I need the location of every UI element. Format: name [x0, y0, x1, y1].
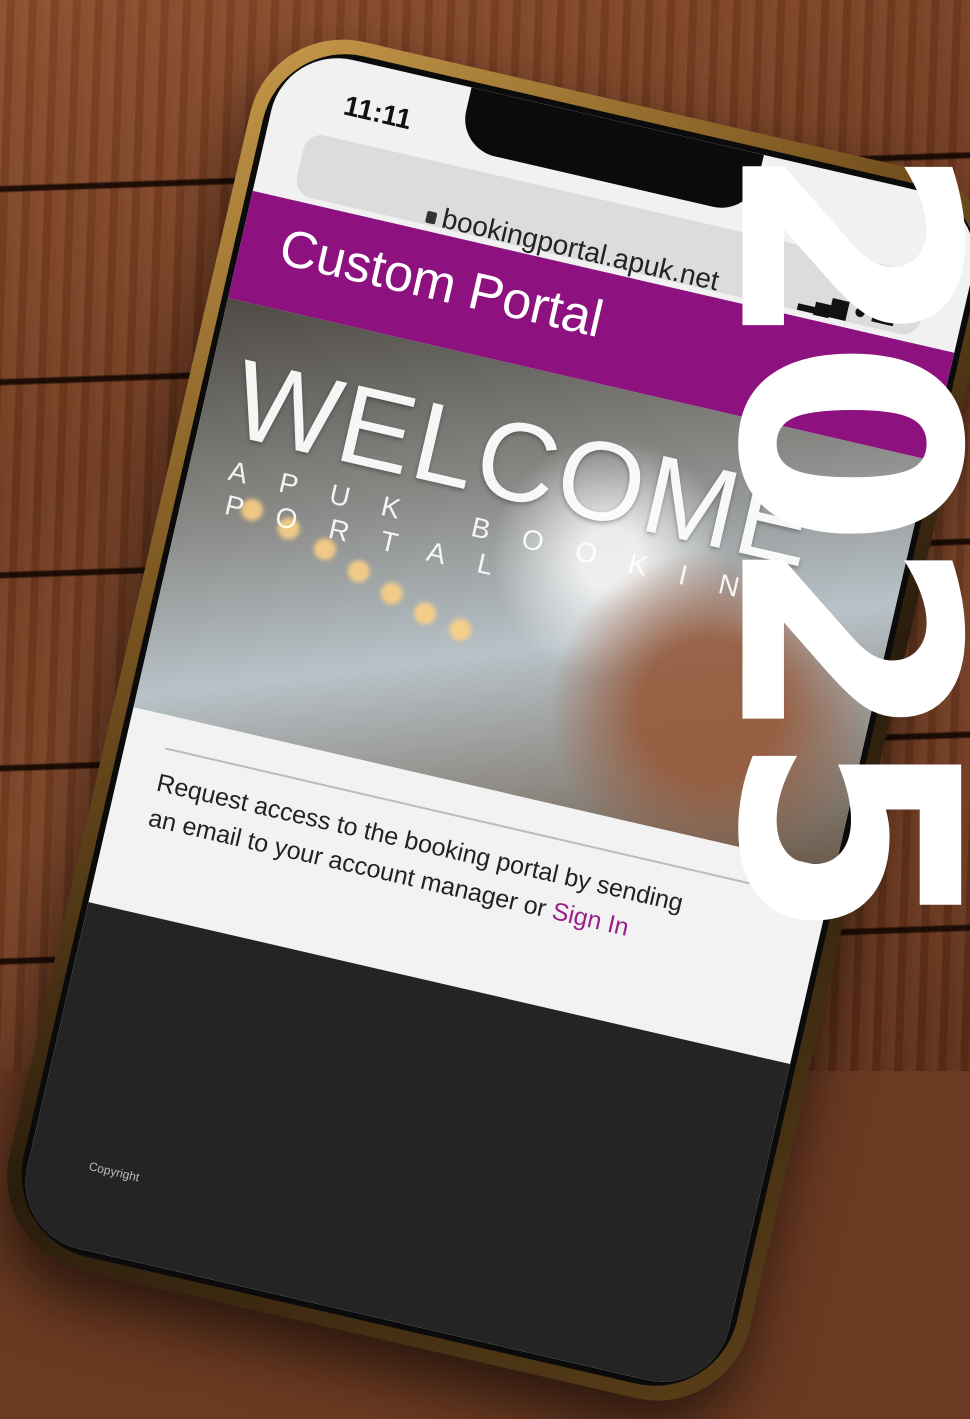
lock-icon [425, 210, 438, 225]
bokeh-light [345, 558, 372, 585]
status-time: 11:11 [340, 89, 415, 136]
bokeh-light [447, 616, 474, 643]
year-overlay: 2025 [671, 0, 970, 1071]
year-text: 2025 [671, 142, 970, 929]
bokeh-light [411, 600, 439, 627]
bokeh-light [378, 580, 405, 607]
